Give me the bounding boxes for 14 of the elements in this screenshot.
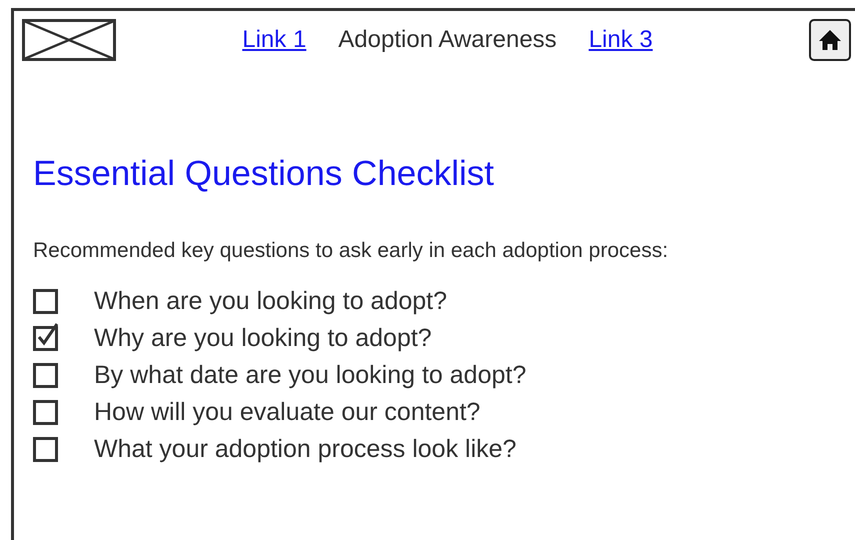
checklist-label: By what date are you looking to adopt? [94,361,526,390]
checklist-label: When are you looking to adopt? [94,287,448,316]
checklist-label: How will you evaluate our content? [94,398,480,427]
page-heading: Essential Questions Checklist [33,154,496,194]
home-icon [818,28,842,52]
intro-text: Recommended key questions to ask early in each adoption process: [33,239,670,263]
nav-title: Adoption Awareness [338,26,557,54]
checklist-label: What your adoption process look like? [94,435,516,464]
checked-checkbox[interactable] [33,322,59,350]
home-button[interactable] [809,19,851,61]
nav-link[interactable]: Link 1 [242,26,306,54]
image-placeholder-icon [22,19,116,61]
nav-link[interactable]: Link 3 [588,26,653,54]
checklist-label: Why are you looking to adopt? [94,324,432,353]
